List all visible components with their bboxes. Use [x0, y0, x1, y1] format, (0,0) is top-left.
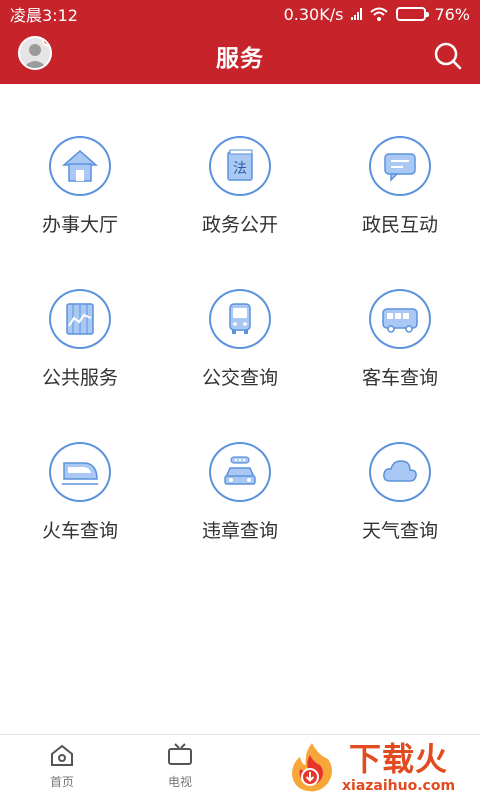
service-label: 政民互动: [361, 214, 438, 236]
nav-label: 首页: [49, 775, 74, 789]
watermark-subtitle: xiazaihuo.com: [342, 778, 456, 794]
watermark-logo: 下载火 xiazaihuo.com: [284, 736, 474, 798]
search-icon[interactable]: [432, 40, 464, 72]
house-icon: [62, 150, 98, 182]
battery-icon: [396, 7, 430, 21]
service-violation-query[interactable]: 违章查询: [160, 390, 320, 543]
service-citizen-interaction[interactable]: 政民互动: [320, 84, 480, 237]
home-icon: [51, 744, 73, 766]
service-label: 火车查询: [41, 520, 118, 542]
service-label: 客车查询: [361, 367, 438, 389]
coach-bus-icon: [382, 308, 418, 333]
law-book-icon: 法: [227, 149, 253, 181]
network-speed: 0.30K/s: [283, 4, 344, 24]
app-header: 服务: [0, 28, 480, 84]
train-icon: [62, 462, 98, 485]
bus-front-icon: [229, 303, 251, 334]
status-bar: 凌晨3:12 0.30K/s 76%: [0, 0, 480, 28]
notification-dot: [42, 38, 50, 46]
signal-icon: [351, 8, 363, 20]
wifi-icon: [370, 7, 389, 21]
cloud-icon: [383, 460, 417, 482]
service-label: 公共服务: [41, 367, 118, 389]
service-weather-query[interactable]: 天气查询: [320, 390, 480, 543]
nav-tv[interactable]: 电视: [150, 743, 210, 790]
service-bus-query[interactable]: 公交查询: [160, 237, 320, 390]
nav-home[interactable]: 首页: [32, 743, 92, 790]
service-government-affairs[interactable]: 法 政务公开: [160, 84, 320, 237]
status-indicators: 0.30K/s 76%: [284, 5, 470, 24]
law-glyph: 法: [233, 161, 247, 177]
chart-board-icon: [66, 303, 94, 335]
battery-percent: 76%: [434, 4, 470, 24]
service-coach-query[interactable]: 客车查询: [320, 237, 480, 390]
service-label: 办事大厅: [41, 214, 118, 236]
flame-logo-icon: [292, 743, 332, 792]
service-label: 违章查询: [201, 520, 278, 542]
user-avatar[interactable]: [18, 36, 52, 70]
service-label: 政务公开: [201, 214, 278, 236]
service-label: 天气查询: [361, 520, 438, 542]
service-train-query[interactable]: 火车查询: [0, 390, 160, 543]
page-title: 服务: [216, 46, 264, 72]
chat-bubble-icon: [384, 153, 416, 182]
service-public-services[interactable]: 公共服务: [0, 237, 160, 390]
status-time: 凌晨3:12: [10, 6, 78, 25]
service-office-hall[interactable]: 办事大厅: [0, 84, 160, 237]
watermark-title: 下载火: [349, 740, 449, 778]
car-violation-icon: [224, 456, 256, 485]
service-label: 公交查询: [201, 367, 278, 389]
nav-label: 电视: [167, 775, 192, 789]
tv-icon: [168, 743, 192, 765]
